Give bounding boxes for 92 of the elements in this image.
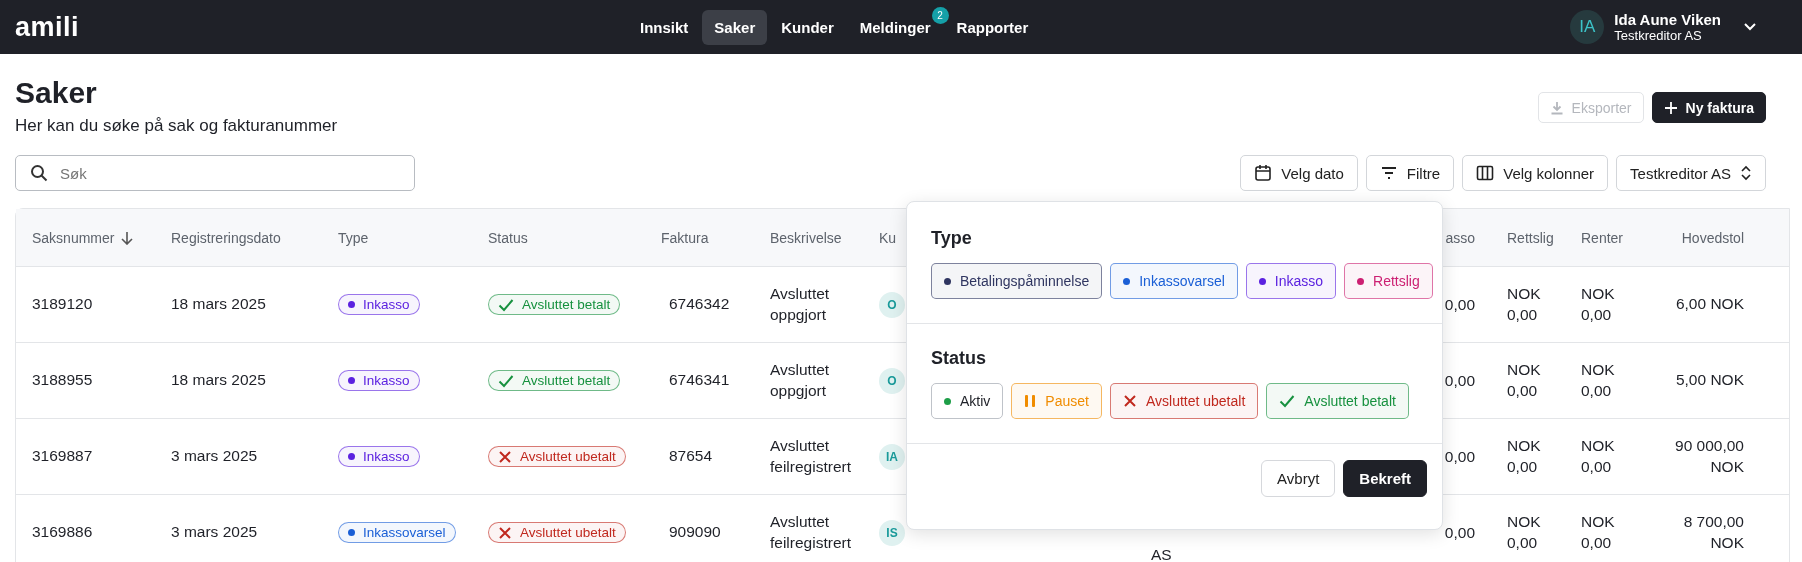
table-cell: 3188955 [32, 370, 93, 391]
column-header[interactable]: Type [338, 229, 369, 246]
table-cell: 87654 [669, 446, 713, 467]
toolbar-button[interactable]: Testkreditor AS [1616, 155, 1766, 191]
chevron-down-icon[interactable] [1743, 22, 1757, 32]
sort-arrow-icon[interactable] [120, 230, 135, 245]
logo[interactable]: amili [15, 11, 628, 43]
table-cell: 18 mars 2025 [171, 294, 266, 315]
status-tag: Avsluttet ubetalt [488, 522, 626, 543]
popup-button[interactable]: Bekreft [1343, 460, 1427, 497]
customer-avatar: O [879, 367, 905, 394]
table-cell: 3 mars 2025 [171, 522, 258, 543]
notification-badge: 2 [931, 6, 949, 24]
table-cell: 6,00 NOK [1675, 294, 1744, 315]
table-cell-text: Avsluttet feilregistrert [770, 435, 852, 477]
customer-avatar: IS [879, 519, 905, 546]
table-cell-text: 8 700,00 NOK [1682, 511, 1744, 553]
table-cell: 3169886 [32, 522, 93, 543]
table-cell: 6746341 [669, 370, 730, 391]
table-cell: 909090 [669, 522, 721, 543]
filter-chip[interactable]: Inkassovarsel [1110, 263, 1238, 299]
user-company: Testkreditor AS [1614, 28, 1703, 43]
filter-icon [1379, 166, 1398, 180]
column-header[interactable]: Rettslig [1507, 229, 1554, 246]
toolbar-button[interactable]: Filtre [1365, 155, 1455, 191]
table-cell-text: Avsluttet feilregistrert [770, 511, 852, 553]
section-heading: Status [931, 348, 987, 369]
table-cell: 3169887 [32, 446, 93, 467]
page-title: Saker [15, 76, 98, 110]
table-cell-text: NOK 0,00 [1581, 435, 1616, 477]
table-cell: 0,00 [1444, 295, 1475, 314]
search-field[interactable]: Søk [15, 155, 415, 191]
filter-chip[interactable]: Aktiv [931, 383, 1004, 419]
nav-tab[interactable]: Innsikt [628, 9, 701, 45]
table-cell-text: NOK 0,00 [1581, 283, 1616, 325]
customer-avatar: O [879, 291, 905, 318]
calendar-icon [1254, 164, 1273, 182]
filter-chip[interactable]: Inkasso [1245, 263, 1337, 299]
up-down-chevron-icon [1740, 165, 1752, 181]
download-icon [1549, 100, 1564, 115]
column-header[interactable]: Beskrivelse [770, 229, 842, 246]
table-cell: AS [1151, 546, 1172, 562]
action-button[interactable]: Ny faktura [1651, 92, 1766, 123]
columns-icon [1476, 165, 1495, 181]
plus-icon [1663, 100, 1678, 115]
toolbar-button[interactable]: Velg kolonner [1462, 155, 1609, 191]
type-tag: Inkasso [338, 294, 420, 315]
table-cell: 0,00 [1444, 371, 1475, 390]
column-header[interactable]: asso [1445, 229, 1475, 246]
filter-chip[interactable]: Rettslig [1344, 263, 1433, 299]
table-cell-text: NOK 0,00 [1507, 359, 1542, 401]
user-avatar[interactable]: IA [1570, 10, 1605, 44]
table-cell-text: Avsluttet oppgjort [770, 359, 831, 401]
table-cell: 3189120 [32, 294, 93, 315]
filter-chip[interactable]: Betalingspåminnelse [931, 263, 1103, 299]
nav-tab[interactable]: Kunder [769, 9, 846, 45]
table-cell-text: NOK 0,00 [1581, 359, 1616, 401]
type-tag: Inkasso [338, 370, 420, 391]
toolbar-button[interactable]: Velg dato [1240, 155, 1358, 191]
table-cell: 6746342 [669, 294, 730, 315]
type-tag: Inkasso [338, 446, 420, 467]
customer-avatar: IA [879, 443, 905, 470]
page-subtitle: Her kan du søke på sak og fakturanummer [15, 116, 338, 136]
status-tag: Avsluttet betalt [488, 370, 621, 391]
table-cell-text: Avsluttet oppgjort [770, 283, 831, 325]
table-cell: 18 mars 2025 [171, 370, 266, 391]
status-tag: Avsluttet betalt [488, 294, 621, 315]
table-cell: 0,00 [1444, 523, 1475, 542]
user-name: Ida Aune Viken [1614, 11, 1721, 28]
status-tag: Avsluttet ubetalt [488, 446, 626, 467]
table-cell: 3 mars 2025 [171, 446, 258, 467]
column-header[interactable]: Renter [1581, 229, 1624, 246]
table-cell-text: NOK 0,00 [1507, 283, 1542, 325]
filter-chip[interactable]: Avsluttet betalt [1266, 383, 1409, 419]
popup-button[interactable]: Avbryt [1261, 460, 1336, 497]
column-header[interactable]: Ku [879, 229, 897, 246]
table-cell-text: NOK 0,00 [1507, 511, 1542, 553]
filter-chip[interactable]: Avsluttet ubetalt [1109, 383, 1259, 419]
column-header[interactable]: Faktura [661, 229, 709, 246]
nav-tab[interactable]: Saker [702, 9, 768, 45]
table-cell: 5,00 NOK [1675, 370, 1744, 391]
column-header[interactable]: Status [488, 229, 528, 246]
table-cell: 0,00 [1444, 447, 1475, 466]
table-cell-text: NOK 0,00 [1581, 511, 1616, 553]
column-header[interactable]: Saksnummer [32, 229, 135, 246]
section-heading: Type [931, 228, 973, 249]
column-header[interactable]: Hovedstol [1681, 229, 1744, 246]
table-cell-text: NOK 0,00 [1507, 435, 1542, 477]
search-icon [30, 164, 48, 182]
table-cell-text: 90 000,00 NOK [1674, 435, 1744, 477]
column-header[interactable]: Registreringsdato [171, 229, 281, 246]
type-tag: Inkassovarsel [338, 522, 456, 543]
